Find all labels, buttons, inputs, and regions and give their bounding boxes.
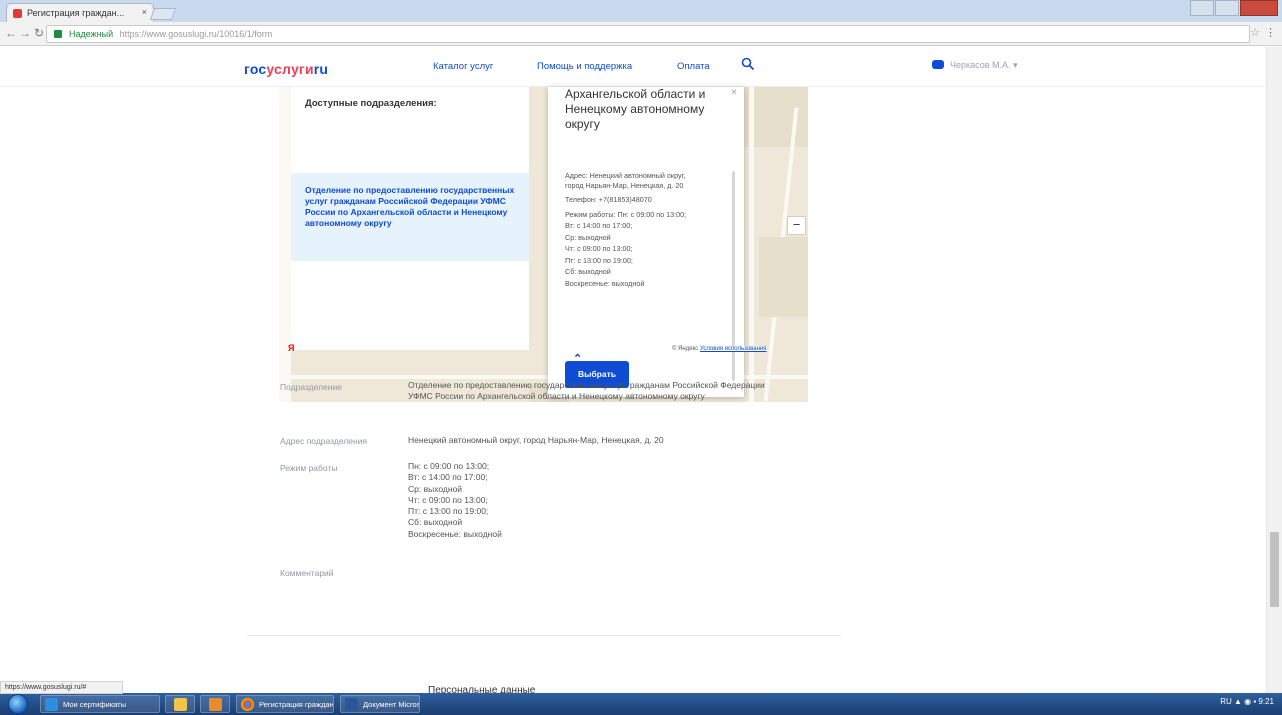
terms-link[interactable]: Условия использования <box>700 346 767 352</box>
secure-label: Надежный <box>69 29 114 39</box>
tab-close-icon[interactable]: × <box>142 7 147 17</box>
popup-line: Сб: выходной <box>565 267 611 276</box>
detail-label-comment: Комментарий <box>280 568 334 578</box>
link-status-bubble: https://www.gosuslugi.ru/# <box>0 681 123 694</box>
taskbar-item-word[interactable]: Документ Microsoft Word <box>340 695 420 713</box>
user-name: Черкасов М.А. <box>950 60 1011 70</box>
popup-line: Режим работы: Пн: с 09:00 по 13:00; <box>565 210 687 219</box>
address-bar[interactable]: Надежный https://www.gosuslugi.ru/10016/… <box>46 25 1250 43</box>
detail-label-address: Адрес подразделения <box>280 436 368 446</box>
forward-icon[interactable]: → <box>18 26 32 40</box>
word-icon <box>345 698 358 711</box>
nav-payment[interactable]: Оплата <box>677 61 710 72</box>
taskbar-item-media[interactable] <box>200 695 230 713</box>
taskbar-item-chrome[interactable]: Регистрация граждан... <box>236 695 334 713</box>
taskbar-item-ie[interactable]: Мои сертификаты <box>40 695 160 713</box>
hours-line: Пт: с 13:00 по 19:00; <box>408 506 489 517</box>
browser-tabbar: Регистрация граждан... × <box>0 0 1282 22</box>
popup-line: Ср: выходной <box>565 233 611 242</box>
minimize-button[interactable] <box>1190 0 1214 16</box>
tray-icons: ▲ ◉ ▪ <box>1234 697 1257 706</box>
map-marker-icon[interactable]: ⌃ <box>573 352 582 365</box>
taskbar-label: Регистрация граждан... <box>259 700 334 709</box>
tray-time: 9:21 <box>1258 697 1274 706</box>
site-header: госуслугиru Каталог услуг Помощь и подде… <box>0 47 1266 87</box>
nav-help[interactable]: Помощь и поддержка <box>537 61 632 72</box>
tab-title: Регистрация граждан... <box>27 8 125 18</box>
back-icon[interactable]: ← <box>4 26 18 40</box>
yandex-logo[interactable]: Я <box>288 343 294 353</box>
section-heading-personal-data: Персональные данные <box>428 685 536 693</box>
taskbar-label: Мои сертификаты <box>63 700 126 709</box>
folder-icon <box>174 698 187 711</box>
browser-tab[interactable]: Регистрация граждан... × <box>6 3 154 22</box>
bookmark-star-icon[interactable]: ☆ <box>1250 26 1260 39</box>
screen: Регистрация граждан... × ← → ↻ Надежный … <box>0 0 1282 715</box>
search-icon[interactable] <box>741 57 755 71</box>
site-logo[interactable]: госуслугиru <box>244 61 328 77</box>
user-menu[interactable]: Черкасов М.А. ▾ <box>932 60 1018 71</box>
hours-line: Воскресенье: выходной <box>408 528 502 539</box>
hours-line: Вт: с 14:00 по 17:00; <box>408 472 488 483</box>
map-copyright: © Яндекс Условия использования <box>672 346 767 352</box>
popup-line: Телефон: +7(81853)48070 <box>565 195 652 204</box>
favicon-icon <box>13 9 22 18</box>
logo-part-uslugi: услуги <box>266 61 314 77</box>
popup-line: город Нарьян-Мар, Ненецкая, д. 20 <box>565 181 684 190</box>
new-tab-button[interactable] <box>149 8 177 20</box>
popup-title: Архангельской области и Ненецкому автоно… <box>565 87 706 131</box>
popup-line: Пт: с 13:00 по 19:00; <box>565 256 633 265</box>
maximize-button[interactable] <box>1215 0 1239 16</box>
window-controls <box>1189 0 1278 18</box>
lock-icon <box>54 30 62 38</box>
taskbar-label: Документ Microsoft Word <box>363 700 420 709</box>
start-button[interactable] <box>8 694 28 714</box>
browser-menu-icon[interactable]: ⋮ <box>1265 26 1276 39</box>
nav-catalog[interactable]: Каталог услуг <box>433 61 493 72</box>
departments-panel: Доступные подразделения: Отделение по пр… <box>291 87 529 350</box>
windows-taskbar: Мои сертификаты Регистрация граждан... Д… <box>0 693 1282 715</box>
page-viewport: госуслугиru Каталог услуг Помощь и подде… <box>0 47 1266 693</box>
department-item[interactable]: Отделение по предоставлению государствен… <box>291 173 529 261</box>
divider <box>247 635 841 636</box>
ie-icon <box>45 698 58 711</box>
detail-label-department: Подразделение <box>280 382 342 392</box>
page-scrollbar[interactable] <box>1266 47 1282 693</box>
popup-line: Чт: с 09:00 по 13:00; <box>565 244 633 253</box>
user-avatar-icon <box>932 60 944 69</box>
popup-line: Вт: с 14:00 по 17:00; <box>565 221 633 230</box>
popup-line: Воскресенье: выходной <box>565 279 645 288</box>
zoom-out-button[interactable]: − <box>787 216 806 235</box>
reload-icon[interactable]: ↻ <box>32 26 46 40</box>
scrollbar-thumb[interactable] <box>1270 532 1279 607</box>
tray-language[interactable]: RU <box>1220 697 1232 706</box>
logo-suffix: ru <box>313 61 329 77</box>
window-close-button[interactable] <box>1240 0 1278 16</box>
url-text: https://www.gosuslugi.ru/10016/1/form <box>119 29 273 39</box>
taskbar-item-explorer[interactable] <box>165 695 195 713</box>
detail-label-hours: Режим работы <box>280 463 338 473</box>
detail-value-department: Отделение по предоставлению государствен… <box>408 380 765 402</box>
hours-line: Чт: с 09:00 по 13:00; <box>408 494 488 505</box>
hours-line: Сб: выходной <box>408 517 463 528</box>
detail-value-address: Ненецкий автономный округ, город Нарьян-… <box>408 435 664 445</box>
copyright-text: © Яндекс <box>672 346 699 352</box>
popup-line: Адрес: Ненецкий автономный округ, <box>565 171 686 180</box>
system-tray[interactable]: RU ▲ ◉ ▪ 9:21 <box>1220 697 1274 706</box>
browser-toolbar: ← → ↻ Надежный https://www.gosuslugi.ru/… <box>0 22 1282 46</box>
chrome-icon <box>241 698 254 711</box>
hours-line: Пн: с 09:00 по 13:00; <box>408 461 490 471</box>
media-player-icon <box>209 698 222 711</box>
departments-title: Доступные подразделения: <box>305 98 437 109</box>
logo-part-gos: гос <box>244 61 267 77</box>
hours-line: Ср: выходной <box>408 483 463 494</box>
detail-value-hours: Пн: с 09:00 по 13:00; Вт: с 14:00 по 17:… <box>408 461 502 540</box>
